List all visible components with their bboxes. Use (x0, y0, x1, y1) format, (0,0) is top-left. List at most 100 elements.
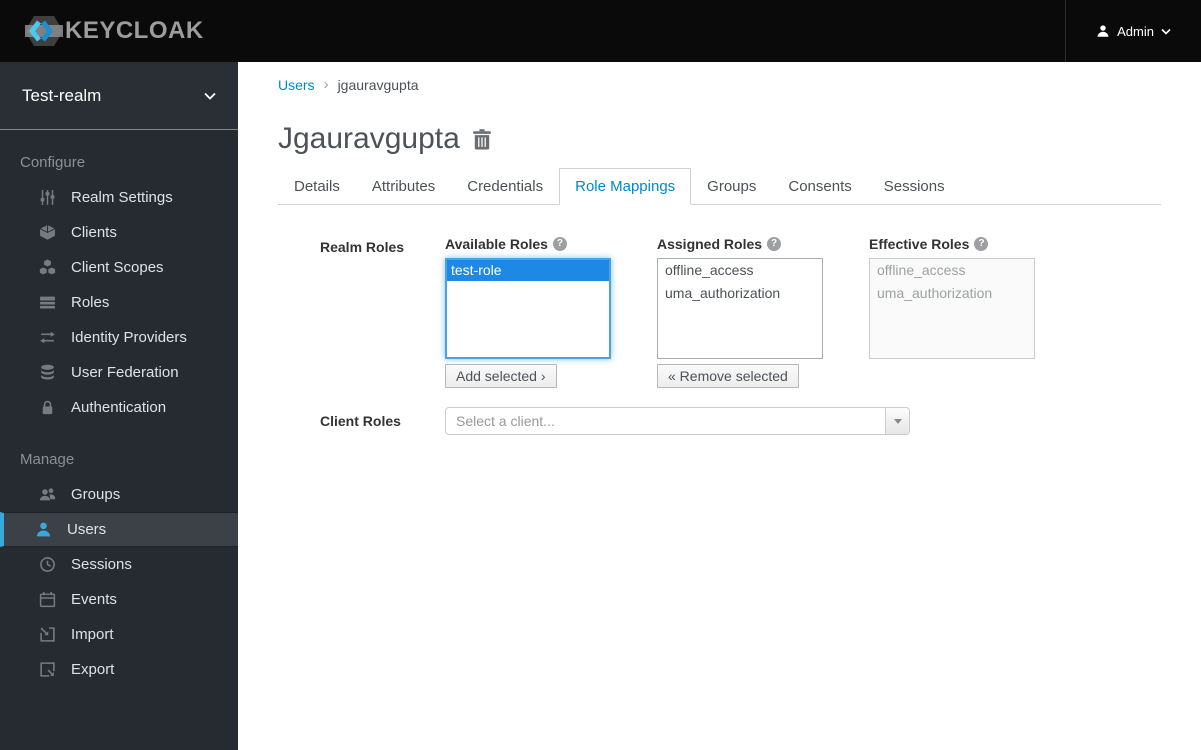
client-select-dropdown[interactable]: Select a client... (445, 407, 910, 435)
database-icon (39, 364, 56, 381)
sidebar-item-import[interactable]: Import (0, 617, 238, 652)
help-icon[interactable]: ? (767, 237, 782, 251)
effective-role-option: offline_access (877, 262, 966, 278)
sidebar-item-label: Groups (71, 486, 121, 503)
sidebar-item-realm-settings[interactable]: Realm Settings (0, 180, 238, 215)
effective-roles-header: Effective Roles ? (869, 236, 1035, 252)
sidebar-item-label: Authentication (71, 399, 167, 416)
group-icon (39, 486, 56, 503)
role-mappings-form: Realm Roles Available Roles ? test-role … (278, 236, 1161, 435)
assigned-roles-listbox[interactable]: offline_access uma_authorization (657, 258, 823, 359)
assigned-roles-header: Assigned Roles ? (657, 236, 823, 252)
cube-icon (39, 224, 56, 241)
dropdown-arrow-icon (885, 408, 909, 434)
main-content: Users › jgauravgupta Jgauravgupta Detail… (238, 62, 1201, 750)
chevron-down-icon (204, 92, 216, 100)
title-row: Jgauravgupta (278, 122, 1161, 156)
realm-roles-label: Realm Roles (320, 239, 405, 255)
sidebar-item-authentication[interactable]: Authentication (0, 390, 238, 425)
remove-selected-button[interactable]: « Remove selected (657, 364, 799, 388)
help-icon[interactable]: ? (552, 237, 567, 251)
sidebar: Test-realm Configure Realm Settings Clie… (0, 62, 238, 750)
lock-icon (39, 399, 56, 416)
section-label-configure: Configure (20, 154, 86, 171)
sidebar-item-identity-providers[interactable]: Identity Providers (0, 320, 238, 355)
breadcrumb: Users › jgauravgupta (278, 76, 1161, 93)
sidebar-nav: Configure Realm Settings Clients Client … (0, 130, 238, 687)
calendar-icon (39, 591, 56, 608)
breadcrumb-current: jgauravgupta (337, 76, 419, 93)
tab-credentials[interactable]: Credentials (451, 168, 559, 205)
breadcrumb-link-users[interactable]: Users (278, 77, 315, 93)
sidebar-item-label: Import (71, 626, 114, 643)
sidebar-item-label: Client Scopes (71, 259, 164, 276)
section-label-manage: Manage (20, 451, 75, 468)
assigned-role-option[interactable]: offline_access (658, 259, 822, 282)
effective-roles-column: Effective Roles ? offline_access uma_aut… (869, 236, 1035, 388)
available-roles-title: Available Roles (445, 236, 548, 252)
breadcrumb-separator-icon: › (323, 76, 329, 93)
nav-section-manage: Manage Groups Users Sessions Events Impo… (0, 451, 238, 687)
chevron-down-icon (1161, 28, 1171, 35)
sidebar-item-groups[interactable]: Groups (0, 477, 238, 512)
sidebar-item-client-scopes[interactable]: Client Scopes (0, 250, 238, 285)
logo-wordmark: KEYCLOAK (65, 17, 204, 44)
tab-bar: Details Attributes Credentials Role Mapp… (278, 168, 1161, 205)
help-icon[interactable]: ? (974, 237, 989, 251)
page-title: Jgauravgupta (278, 122, 460, 155)
sidebar-item-label: Events (71, 591, 117, 608)
sidebar-item-label: Users (67, 521, 107, 538)
sidebar-item-sessions[interactable]: Sessions (0, 547, 238, 582)
sidebar-item-roles[interactable]: Roles (0, 285, 238, 320)
assigned-roles-title: Assigned Roles (657, 236, 763, 252)
sidebar-item-label: Identity Providers (71, 329, 187, 346)
tab-sessions[interactable]: Sessions (868, 168, 961, 205)
add-selected-button[interactable]: Add selected › (445, 364, 557, 388)
keycloak-logo[interactable]: KEYCLOAK (0, 11, 204, 51)
available-roles-header: Available Roles ? (445, 236, 611, 252)
sidebar-item-export[interactable]: Export (0, 652, 238, 687)
available-roles-listbox[interactable]: test-role (445, 258, 611, 359)
tab-details[interactable]: Details (278, 168, 356, 205)
tab-attributes[interactable]: Attributes (356, 168, 451, 205)
client-select-placeholder: Select a client... (456, 413, 555, 429)
sidebar-item-label: User Federation (71, 364, 179, 381)
realm-roles-row: Realm Roles Available Roles ? test-role … (278, 236, 1161, 388)
available-role-option[interactable]: test-role (447, 260, 609, 281)
sidebar-item-clients[interactable]: Clients (0, 215, 238, 250)
assigned-roles-column: Assigned Roles ? offline_access uma_auth… (657, 236, 823, 388)
sidebar-item-label: Sessions (71, 556, 132, 573)
sidebar-item-user-federation[interactable]: User Federation (0, 355, 238, 390)
assigned-role-option[interactable]: uma_authorization (658, 282, 822, 305)
tab-consents[interactable]: Consents (772, 168, 867, 205)
sliders-icon (39, 189, 56, 206)
cubes-icon (39, 259, 56, 276)
effective-role-option: uma_authorization (877, 285, 993, 301)
sidebar-item-users[interactable]: Users (0, 512, 238, 547)
tab-role-mappings[interactable]: Role Mappings (559, 168, 692, 205)
admin-user-label: Admin (1117, 23, 1154, 39)
list-icon (39, 294, 56, 311)
sidebar-item-events[interactable]: Events (0, 582, 238, 617)
import-icon (39, 626, 56, 643)
user-icon (35, 521, 52, 538)
sidebar-item-label: Clients (71, 224, 117, 241)
trash-icon[interactable] (473, 128, 491, 150)
sidebar-item-label: Roles (71, 294, 110, 311)
exchange-icon (39, 329, 56, 346)
clock-icon (39, 556, 56, 573)
nav-section-configure: Configure Realm Settings Clients Client … (0, 154, 238, 425)
user-icon (1096, 24, 1110, 38)
realm-selector[interactable]: Test-realm (0, 62, 238, 130)
admin-user-menu[interactable]: Admin (1065, 0, 1201, 62)
realm-name: Test-realm (22, 85, 102, 105)
top-header-bar: KEYCLOAK Admin (0, 0, 1201, 62)
effective-roles-title: Effective Roles (869, 236, 970, 252)
available-roles-column: Available Roles ? test-role Add selected… (445, 236, 611, 388)
client-roles-row: Client Roles Select a client... (278, 407, 1161, 435)
export-icon (39, 661, 56, 678)
client-roles-label: Client Roles (320, 413, 401, 429)
sidebar-item-label: Export (71, 661, 115, 678)
tab-groups[interactable]: Groups (691, 168, 772, 205)
sidebar-item-label: Realm Settings (71, 189, 173, 206)
